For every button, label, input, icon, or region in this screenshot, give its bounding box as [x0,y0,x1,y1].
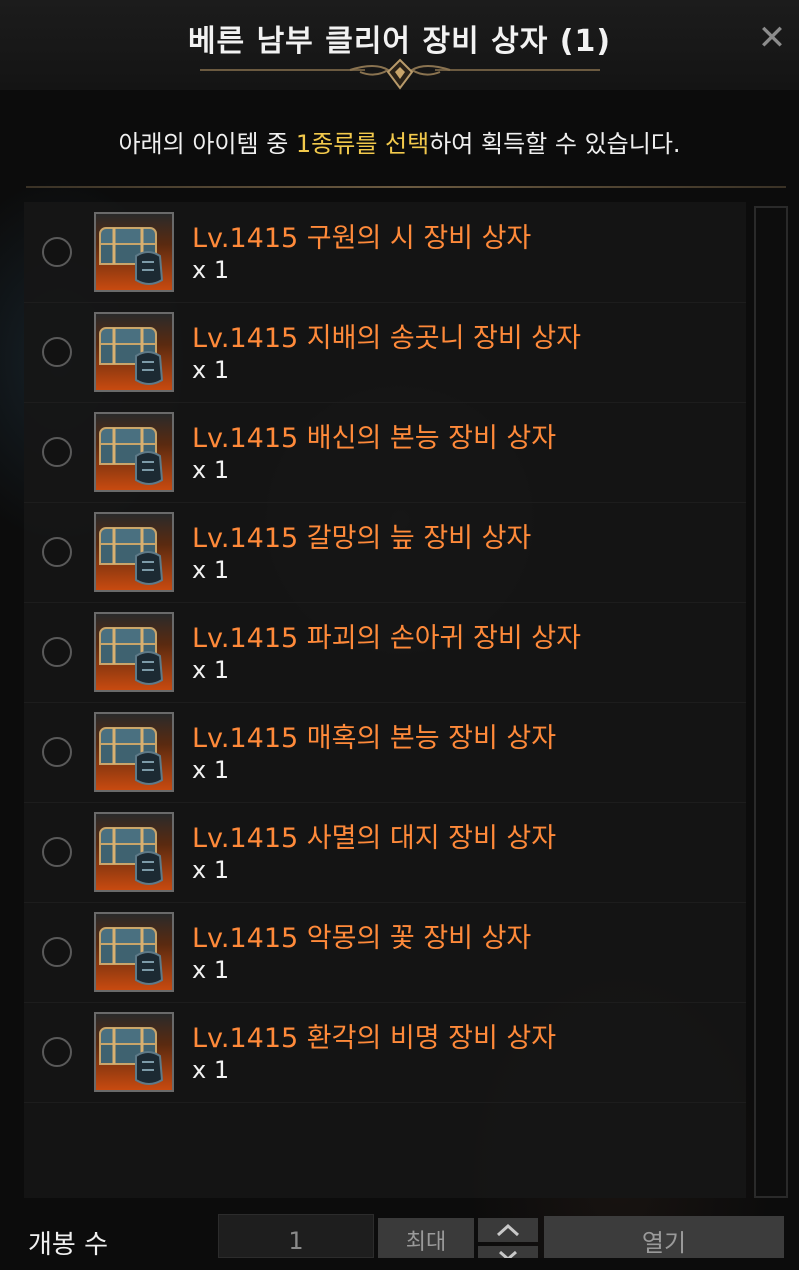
chest-icon [94,812,174,892]
item-name: Lv.1415 환각의 비명 장비 상자 [192,1023,557,1054]
item-quantity: x 1 [192,356,230,384]
list-item[interactable]: Lv.1415 파괴의 손아귀 장비 상자 x 1 [24,602,746,703]
item-name: Lv.1415 구원의 시 장비 상자 [192,223,532,254]
radio-button[interactable] [42,937,72,967]
item-quantity: x 1 [192,856,230,884]
instruction-prefix: 아래의 아이템 중 [118,130,296,158]
list-item[interactable]: Lv.1415 사멸의 대지 장비 상자 x 1 [24,802,746,903]
item-quantity: x 1 [192,756,230,784]
list-item[interactable]: Lv.1415 갈망의 늪 장비 상자 x 1 [24,502,746,603]
divider [26,186,786,188]
open-count-label: 개봉 수 [28,1230,109,1260]
list-item[interactable]: Lv.1415 배신의 본능 장비 상자 x 1 [24,402,746,503]
chest-icon [94,912,174,992]
item-quantity: x 1 [192,956,230,984]
list-item[interactable]: Lv.1415 매혹의 본능 장비 상자 x 1 [24,702,746,803]
chest-icon [94,212,174,292]
open-button[interactable]: 열기 [544,1216,784,1258]
chest-icon [94,312,174,392]
instruction-text: 아래의 아이템 중 1종류를 선택하여 획득할 수 있습니다. [0,124,799,159]
radio-button[interactable] [42,837,72,867]
item-name: Lv.1415 갈망의 늪 장비 상자 [192,523,532,554]
item-name: Lv.1415 사멸의 대지 장비 상자 [192,823,557,854]
header-ornament [200,58,600,90]
list-item[interactable]: Lv.1415 환각의 비명 장비 상자 x 1 [24,1002,746,1103]
chest-icon [94,512,174,592]
close-icon[interactable]: ✕ [752,18,792,58]
radio-button[interactable] [42,337,72,367]
dialog-header: 베른 남부 클리어 장비 상자 (1) ✕ [0,0,799,90]
list-item[interactable]: Lv.1415 지배의 송곳니 장비 상자 x 1 [24,302,746,403]
increment-button[interactable] [478,1218,538,1242]
radio-button[interactable] [42,537,72,567]
radio-button[interactable] [42,737,72,767]
chevron-down-icon [499,1250,517,1258]
item-name: Lv.1415 배신의 본능 장비 상자 [192,423,557,454]
dialog-title: 베른 남부 클리어 장비 상자 (1) [187,24,612,59]
item-quantity: x 1 [192,456,230,484]
item-name: Lv.1415 악몽의 꽃 장비 상자 [192,923,532,954]
item-name: Lv.1415 파괴의 손아귀 장비 상자 [192,623,581,654]
item-quantity: x 1 [192,256,230,284]
radio-button[interactable] [42,437,72,467]
item-quantity: x 1 [192,656,230,684]
item-name: Lv.1415 매혹의 본능 장비 상자 [192,723,557,754]
radio-button[interactable] [42,1037,72,1067]
instruction-highlight: 1종류를 선택 [295,130,430,158]
max-button[interactable]: 최대 [378,1218,474,1258]
radio-button[interactable] [42,237,72,267]
instruction-suffix: 하여 획득할 수 있습니다. [429,130,681,158]
decrement-button[interactable] [478,1246,538,1258]
item-quantity: x 1 [192,556,230,584]
item-list: Lv.1415 구원의 시 장비 상자 x 1 Lv.1415 지배의 송곳니 … [24,202,746,1198]
chest-icon [94,412,174,492]
scrollbar[interactable] [754,206,788,1198]
open-count-field[interactable]: 1 [218,1214,374,1258]
list-item[interactable]: Lv.1415 악몽의 꽃 장비 상자 x 1 [24,902,746,1003]
list-item[interactable]: Lv.1415 구원의 시 장비 상자 x 1 [24,202,746,303]
item-quantity: x 1 [192,1056,230,1084]
chest-icon [94,1012,174,1092]
chest-icon [94,712,174,792]
radio-button[interactable] [42,637,72,667]
item-name: Lv.1415 지배의 송곳니 장비 상자 [192,323,581,354]
chevron-up-icon [496,1223,520,1237]
chest-icon [94,612,174,692]
